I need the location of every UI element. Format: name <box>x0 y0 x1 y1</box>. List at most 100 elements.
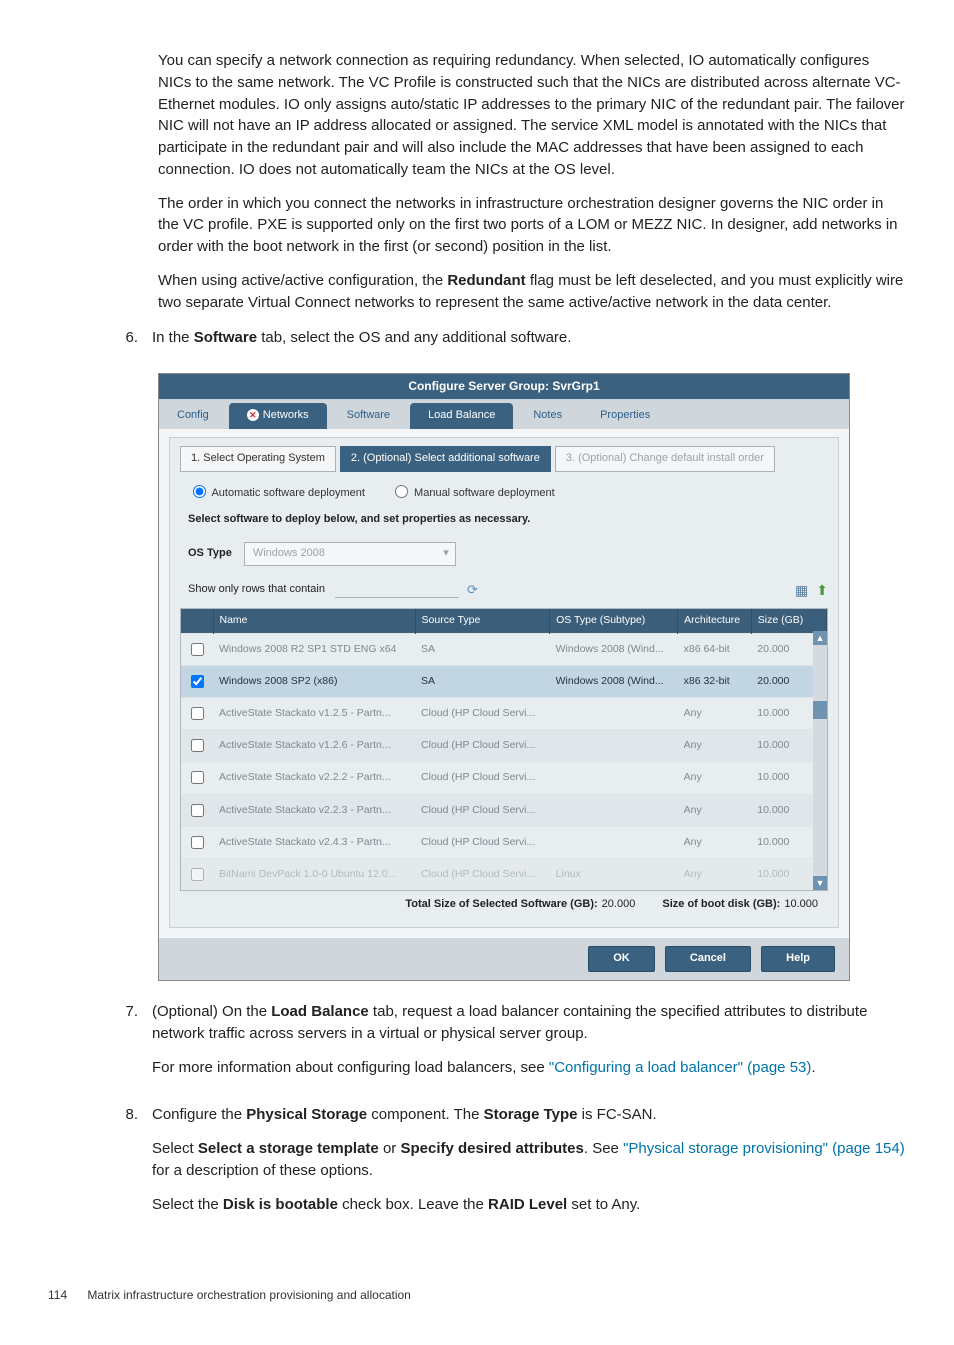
dialog-title: Configure Server Group: SvrGrp1 <box>159 374 849 399</box>
text: component. The <box>367 1106 483 1123</box>
table-row[interactable]: ActiveState Stackato v1.2.6 - Partn... C… <box>181 730 827 762</box>
table-row[interactable]: ActiveState Stackato v1.2.5 - Partn... C… <box>181 698 827 730</box>
cell: Windows 2008 R2 SP1 STD ENG x64 <box>213 633 415 665</box>
totals-row: Total Size of Selected Software (GB):20.… <box>180 891 828 917</box>
row-checkbox[interactable] <box>191 707 204 720</box>
text: . See <box>584 1140 623 1157</box>
bold: Specify desired attributes <box>400 1140 583 1157</box>
top-tab-bar: Config ✕Networks Software Load Balance N… <box>159 399 849 429</box>
steptab-select-os[interactable]: 1. Select Operating System <box>180 446 336 472</box>
step-number: 7. <box>110 1001 152 1090</box>
cell: x86 64-bit <box>678 633 752 665</box>
steptab-additional-software[interactable]: 2. (Optional) Select additional software <box>340 446 551 472</box>
cell: Any <box>678 762 752 794</box>
tab-software[interactable]: Software <box>329 403 408 429</box>
grid-icon[interactable]: ▦ <box>795 580 808 600</box>
step-number: 6. <box>110 327 152 361</box>
table-row[interactable]: ActiveState Stackato v2.4.3 - Partn... C… <box>181 826 827 858</box>
text: For more information about configuring l… <box>152 1059 549 1076</box>
cell: ActiveState Stackato v2.2.3 - Partn... <box>213 794 415 826</box>
tab-properties[interactable]: Properties <box>582 403 668 429</box>
text: for a description of these options. <box>152 1162 373 1179</box>
text: Configure the <box>152 1106 246 1123</box>
tab-config[interactable]: Config <box>159 403 227 429</box>
cell: Cloud (HP Cloud Servi... <box>415 762 550 794</box>
steptab-install-order[interactable]: 3. (Optional) Change default install ord… <box>555 446 775 472</box>
cell: Cloud (HP Cloud Servi... <box>415 730 550 762</box>
row-checkbox[interactable] <box>191 675 204 688</box>
boot-disk-label: Size of boot disk (GB): <box>662 898 780 910</box>
text: check box. Leave the <box>338 1196 488 1213</box>
table-row[interactable]: ActiveState Stackato v2.2.3 - Partn... C… <box>181 794 827 826</box>
boot-disk-value: 10.000 <box>784 898 818 910</box>
tab-networks[interactable]: ✕Networks <box>229 403 327 429</box>
table-row[interactable]: ActiveState Stackato v2.2.2 - Partn... C… <box>181 762 827 794</box>
table-row[interactable]: BitNami DevPack 1.0-0 Ubuntu 12.0... Clo… <box>181 859 827 891</box>
configure-server-group-dialog: Configure Server Group: SvrGrp1 Config ✕… <box>158 373 850 981</box>
step-7: 7. (Optional) On the Load Balance tab, r… <box>110 1001 906 1090</box>
scrollbar[interactable]: ▲ ▼ <box>813 631 827 890</box>
bold: Storage Type <box>484 1106 578 1123</box>
row-checkbox[interactable] <box>191 643 204 656</box>
tab-load-balance[interactable]: Load Balance <box>410 403 513 429</box>
cell: Any <box>678 730 752 762</box>
export-icon[interactable]: ⬆ <box>816 580 828 600</box>
total-selected-label: Total Size of Selected Software (GB): <box>405 898 597 910</box>
cell: Windows 2008 (Wind... <box>550 665 678 697</box>
filter-input[interactable] <box>335 583 459 598</box>
cross-ref-link[interactable]: "Configuring a load balancer" (page 53) <box>549 1059 812 1076</box>
help-button[interactable]: Help <box>761 946 835 972</box>
cell <box>550 698 678 730</box>
text: is FC-SAN. <box>578 1106 657 1123</box>
col-size[interactable]: Size (GB) <box>751 609 826 633</box>
row-checkbox[interactable] <box>191 804 204 817</box>
cell: Any <box>678 826 752 858</box>
row-checkbox[interactable] <box>191 739 204 752</box>
text: set to Any. <box>567 1196 640 1213</box>
step-number: 8. <box>110 1104 152 1227</box>
cell: SA <box>415 665 550 697</box>
body-paragraph: When using active/active configuration, … <box>158 270 906 314</box>
cross-ref-link[interactable]: "Physical storage provisioning" (page 15… <box>623 1140 905 1157</box>
cell: Windows 2008 SP2 (x86) <box>213 665 415 697</box>
col-source[interactable]: Source Type <box>415 609 550 633</box>
table-row[interactable]: Windows 2008 SP2 (x86) SA Windows 2008 (… <box>181 665 827 697</box>
cell: Any <box>678 794 752 826</box>
bold: Physical Storage <box>246 1106 367 1123</box>
cell: Cloud (HP Cloud Servi... <box>415 859 550 891</box>
body-paragraph: You can specify a network connection as … <box>158 50 906 181</box>
col-arch[interactable]: Architecture <box>678 609 752 633</box>
error-icon: ✕ <box>247 409 259 421</box>
scroll-up-icon[interactable]: ▲ <box>813 631 827 645</box>
tab-notes[interactable]: Notes <box>515 403 580 429</box>
cell: Linux <box>550 859 678 891</box>
cell <box>550 762 678 794</box>
scroll-thumb[interactable] <box>813 701 827 719</box>
cell: Any <box>678 698 752 730</box>
row-checkbox[interactable] <box>191 836 204 849</box>
scroll-down-icon[interactable]: ▼ <box>813 876 827 890</box>
cell: ActiveState Stackato v1.2.5 - Partn... <box>213 698 415 730</box>
col-name[interactable]: Name <box>213 609 415 633</box>
os-type-select[interactable]: Windows 2008 <box>244 542 456 566</box>
radio-auto-deploy[interactable] <box>193 485 206 498</box>
cancel-button[interactable]: Cancel <box>665 946 751 972</box>
ok-button[interactable]: OK <box>588 946 655 972</box>
row-checkbox[interactable] <box>191 771 204 784</box>
text: Select the <box>152 1196 223 1213</box>
table-row[interactable]: Windows 2008 R2 SP1 STD ENG x64 SA Windo… <box>181 633 827 665</box>
radio-label: Manual software deployment <box>414 487 555 499</box>
cell: ActiveState Stackato v2.2.2 - Partn... <box>213 762 415 794</box>
row-checkbox[interactable] <box>191 868 204 881</box>
footer-title: Matrix infrastructure orchestration prov… <box>87 1288 411 1302</box>
refresh-icon[interactable]: ⟳ <box>467 581 478 600</box>
cell: Windows 2008 (Wind... <box>550 633 678 665</box>
bold: Redundant <box>447 272 525 289</box>
bold: Disk is bootable <box>223 1196 338 1213</box>
cell: Cloud (HP Cloud Servi... <box>415 826 550 858</box>
radio-manual-deploy[interactable] <box>395 485 408 498</box>
os-type-label: OS Type <box>188 546 232 562</box>
text: In the <box>152 329 194 346</box>
col-ostype[interactable]: OS Type (Subtype) <box>550 609 678 633</box>
bold: Software <box>194 329 257 346</box>
